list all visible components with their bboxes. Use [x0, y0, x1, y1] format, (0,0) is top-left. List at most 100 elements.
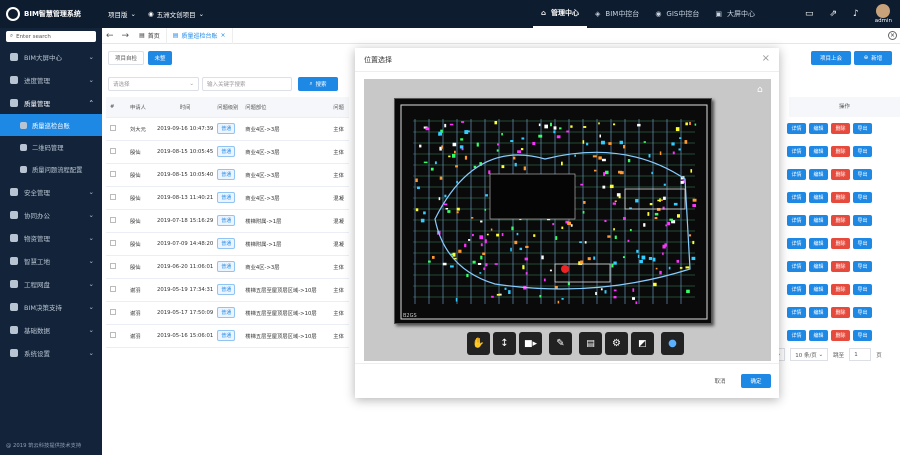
tab-quality-ledger[interactable]: ▤ 质量巡检台账 ×: [167, 27, 233, 44]
delete-button[interactable]: 删除: [831, 192, 850, 203]
detail-button[interactable]: 详情: [787, 123, 806, 134]
properties-icon[interactable]: ▤: [579, 332, 602, 355]
forward-arrow-icon[interactable]: →: [118, 31, 134, 41]
close-all-tabs-icon[interactable]: ×: [888, 31, 897, 40]
sidebar-item[interactable]: 基础数据 ⌄: [0, 318, 102, 341]
edit-button[interactable]: 编辑: [809, 330, 828, 341]
sidebar-item[interactable]: BIM大屏中心 ⌄: [0, 45, 102, 68]
checkbox[interactable]: [110, 147, 116, 154]
edit-button[interactable]: 编辑: [809, 307, 828, 318]
measure-icon[interactable]: ✎: [549, 332, 572, 355]
export-button[interactable]: 导出: [853, 146, 872, 157]
page-size-select[interactable]: 10 条/页 ⌄: [790, 348, 829, 361]
checkbox[interactable]: [110, 170, 116, 177]
edit-button[interactable]: 编辑: [809, 238, 828, 249]
home-icon[interactable]: ⌂: [757, 85, 766, 95]
gear-icon[interactable]: ⚙: [605, 332, 628, 355]
delete-button[interactable]: 删除: [831, 146, 850, 157]
detail-button[interactable]: 详情: [787, 215, 806, 226]
detail-button[interactable]: 详情: [787, 146, 806, 157]
export-button[interactable]: 导出: [853, 330, 872, 341]
delete-button[interactable]: 删除: [831, 261, 850, 272]
checkbox[interactable]: [110, 331, 116, 338]
chart-icon[interactable]: ⇗: [829, 9, 837, 19]
delete-button[interactable]: 删除: [831, 169, 850, 180]
sidebar-subitem[interactable]: 质量问题流程配置: [0, 158, 102, 180]
edit-button[interactable]: 编辑: [809, 284, 828, 295]
row-checkbox[interactable]: [106, 117, 126, 141]
close-icon[interactable]: ×: [220, 32, 225, 39]
sidebar-subitem[interactable]: 质量巡检台账: [0, 114, 102, 136]
move-vertical-icon[interactable]: ↕: [493, 332, 516, 355]
export-button[interactable]: 导出: [853, 238, 872, 249]
edit-button[interactable]: 编辑: [809, 123, 828, 134]
edit-button[interactable]: 编辑: [809, 169, 828, 180]
user-menu[interactable]: admin: [875, 4, 892, 24]
row-checkbox[interactable]: [106, 163, 126, 187]
edit-button[interactable]: 编辑: [809, 215, 828, 226]
row-checkbox[interactable]: [106, 324, 126, 348]
export-button[interactable]: 导出: [853, 123, 872, 134]
checkbox[interactable]: [110, 285, 116, 292]
cancel-button[interactable]: 取消: [705, 374, 735, 388]
row-checkbox[interactable]: [106, 255, 126, 279]
delete-button[interactable]: 删除: [831, 123, 850, 134]
monitor-icon[interactable]: ▭: [805, 9, 814, 19]
detail-button[interactable]: 详情: [787, 284, 806, 295]
delete-button[interactable]: 删除: [831, 330, 850, 341]
checkbox[interactable]: [110, 193, 116, 200]
table-row[interactable]: 殷仙 2019-06-20 11:06:01 普通 商业4区->3层 主体: [106, 255, 350, 279]
detail-button[interactable]: 详情: [787, 238, 806, 249]
export-button[interactable]: 导出: [853, 192, 872, 203]
sidebar-item[interactable]: 安全管理 ⌄: [0, 180, 102, 203]
edit-button[interactable]: 编辑: [809, 261, 828, 272]
sidebar-item[interactable]: 质量管理 ⌃: [0, 91, 102, 114]
row-checkbox[interactable]: [106, 301, 126, 325]
bell-icon[interactable]: ♪: [853, 9, 859, 19]
checkbox[interactable]: [110, 308, 116, 315]
app-logo[interactable]: BIM智慧管理系统: [0, 7, 102, 21]
table-row[interactable]: 谢羽 2019-05-17 17:50:09 普通 楼梯五层至屋顶层区域->10层 主体: [106, 301, 350, 325]
table-row[interactable]: 殷仙 2019-08-15 10:05:45 普通 商业4区->3层 主体: [106, 140, 350, 164]
export-button[interactable]: 导出: [853, 284, 872, 295]
checkbox[interactable]: [110, 239, 116, 246]
detail-button[interactable]: 详情: [787, 169, 806, 180]
sidebar-item[interactable]: 系统设置 ⌄: [0, 341, 102, 364]
edit-button[interactable]: 编辑: [809, 146, 828, 157]
table-row[interactable]: 谢羽 2019-05-19 17:34:31 普通 楼梯五层至屋顶层区域->10层 主体: [106, 278, 350, 302]
keyword-input[interactable]: 输入关键字搜索: [202, 77, 292, 91]
export-button[interactable]: 导出: [853, 169, 872, 180]
checkbox[interactable]: [110, 216, 116, 223]
page-input[interactable]: 1: [849, 348, 872, 361]
nav-management-center[interactable]: ⌂ 管理中心: [533, 0, 588, 28]
detail-button[interactable]: 详情: [787, 330, 806, 341]
export-button[interactable]: 导出: [853, 261, 872, 272]
fullscreen-icon[interactable]: ◩: [631, 332, 654, 355]
table-row[interactable]: 谢羽 2019-05-16 15:06:01 普通 楼梯五层至屋顶层区域->10层 主体: [106, 324, 350, 348]
table-row[interactable]: 刘大元 2019-09-16 10:47:39 普通 商业4区->3层 主体: [106, 117, 350, 141]
table-row[interactable]: 殷仙 2019-08-15 10:05:40 普通 商业4区->3层 主体: [106, 163, 350, 187]
edit-button[interactable]: 编辑: [809, 192, 828, 203]
nav-bim-console[interactable]: ◈ BIM中控台: [587, 0, 647, 28]
delete-button[interactable]: 删除: [831, 307, 850, 318]
row-checkbox[interactable]: [106, 232, 126, 256]
table-row[interactable]: 殷仙 2019-08-13 11:40:21 普通 商业4区->3层 混凝: [106, 186, 350, 210]
detail-button[interactable]: 详情: [787, 307, 806, 318]
delete-button[interactable]: 删除: [831, 215, 850, 226]
status-select[interactable]: 请选择 ⌄: [108, 77, 199, 91]
checkbox[interactable]: [110, 124, 116, 131]
detail-button[interactable]: 详情: [787, 192, 806, 203]
sidebar-item[interactable]: BIM决策支持 ⌄: [0, 295, 102, 318]
checkbox[interactable]: [110, 262, 116, 269]
confirm-button[interactable]: 确定: [741, 374, 771, 388]
export-button[interactable]: 导出: [853, 215, 872, 226]
upload-meeting-button[interactable]: 项目上会: [811, 51, 851, 65]
sidebar-subitem[interactable]: 二维码管理: [0, 136, 102, 158]
edition-select[interactable]: 项目版 ⌄: [108, 9, 136, 19]
pan-hand-icon[interactable]: ✋: [467, 332, 490, 355]
camera-icon[interactable]: ■▸: [519, 332, 542, 355]
table-row[interactable]: 殷仙 2019-07-09 14:48:20 普通 楼梯附属->1层 混凝: [106, 232, 350, 256]
sidebar-item[interactable]: 进度管理 ⌄: [0, 68, 102, 91]
row-checkbox[interactable]: [106, 140, 126, 164]
row-checkbox[interactable]: [106, 278, 126, 302]
